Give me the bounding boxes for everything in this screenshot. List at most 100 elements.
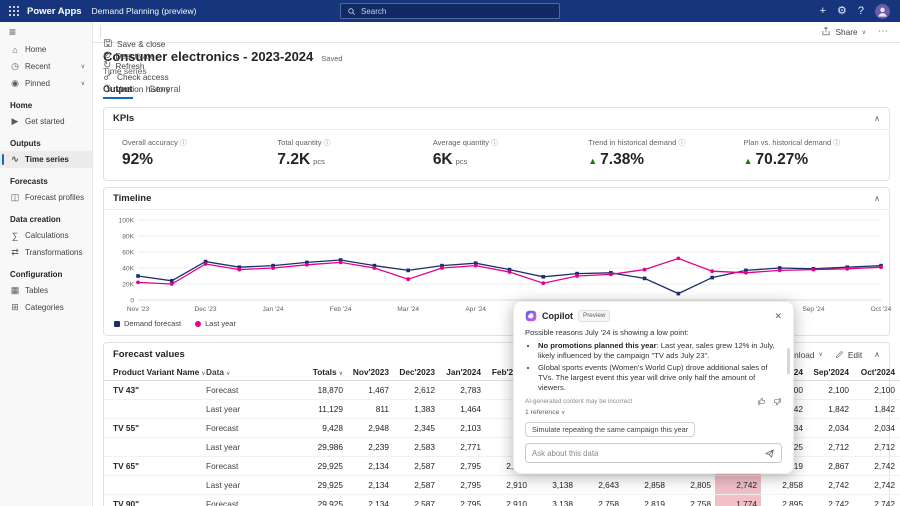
- search-input[interactable]: [361, 6, 553, 16]
- cell-value[interactable]: 2,910: [485, 499, 531, 506]
- cell-value[interactable]: 2,742: [853, 499, 899, 506]
- plus-icon[interactable]: +: [820, 5, 826, 17]
- cell-value[interactable]: 2,034: [853, 423, 899, 433]
- cell-value[interactable]: 2,134: [347, 480, 393, 490]
- cell-value[interactable]: 2,587: [393, 461, 439, 471]
- cell-value[interactable]: 2,134: [347, 461, 393, 471]
- global-search[interactable]: [340, 3, 560, 19]
- cell-totals[interactable]: 29,925: [301, 461, 347, 471]
- cell-value-highlighted[interactable]: 2,742: [715, 476, 761, 494]
- cell-value[interactable]: 2,795: [439, 461, 485, 471]
- cell-value[interactable]: 2,795: [439, 499, 485, 506]
- column-header-dec-2023[interactable]: Dec'2023: [393, 367, 439, 377]
- cell-totals[interactable]: 18,870: [301, 385, 347, 395]
- cell-value[interactable]: 2,819: [623, 499, 669, 506]
- avatar[interactable]: [875, 3, 890, 19]
- cell-totals[interactable]: 29,986: [301, 442, 347, 452]
- forecast-collapse-icon[interactable]: ∧: [874, 350, 880, 359]
- cell-value[interactable]: 2,587: [393, 480, 439, 490]
- cell-value[interactable]: 2,783: [439, 385, 485, 395]
- column-header-jan-2024[interactable]: Jan'2024: [439, 367, 485, 377]
- cell-value[interactable]: 2,583: [393, 442, 439, 452]
- copilot-input-box[interactable]: [525, 443, 782, 464]
- nav-item-categories[interactable]: ⊞ Categories: [0, 299, 92, 316]
- cell-product-name[interactable]: TV 65": [104, 461, 206, 471]
- cell-value[interactable]: 2,895: [761, 499, 807, 506]
- cell-data-type[interactable]: Forecast: [206, 461, 301, 471]
- cell-totals[interactable]: 11,129: [301, 404, 347, 414]
- cell-data-type[interactable]: Forecast: [206, 423, 301, 433]
- cell-product-name[interactable]: TV 90": [104, 499, 206, 506]
- nav-item-forecast-profiles[interactable]: ◫ Forecast profiles: [0, 189, 92, 206]
- cell-value[interactable]: 2,345: [393, 423, 439, 433]
- nav-item-home[interactable]: ⌂ Home: [0, 41, 92, 58]
- app-name[interactable]: Power Apps: [27, 6, 82, 17]
- cell-value[interactable]: 2,103: [439, 423, 485, 433]
- column-header-nov-2023[interactable]: Nov'2023: [347, 367, 393, 377]
- cell-value[interactable]: 2,134: [347, 499, 393, 506]
- cell-value[interactable]: 2,712: [853, 442, 899, 452]
- nav-item-tables[interactable]: ▦ Tables: [0, 282, 92, 299]
- cell-data-type[interactable]: Last year: [206, 404, 301, 414]
- cell-value[interactable]: 1,842: [853, 404, 899, 414]
- close-icon[interactable]: ✕: [774, 311, 782, 322]
- cell-value[interactable]: 2,910: [485, 480, 531, 490]
- cell-value[interactable]: 2,239: [347, 442, 393, 452]
- edit-button[interactable]: Edit: [835, 350, 862, 360]
- nav-item-recent[interactable]: ◷ Recent ∨: [0, 58, 92, 75]
- cell-value[interactable]: 2,858: [761, 480, 807, 490]
- column-header-product-variant-name[interactable]: Product Variant Name ∨: [104, 367, 206, 377]
- cell-value[interactable]: 1,383: [393, 404, 439, 414]
- hamburger-icon[interactable]: ≡: [0, 22, 92, 41]
- column-header-totals[interactable]: Totals ∨: [301, 367, 347, 377]
- column-header-data[interactable]: Data ∨: [206, 367, 301, 377]
- refresh-button[interactable]: ↻ Refresh: [97, 60, 176, 71]
- reference-link[interactable]: 1 reference ∨: [525, 409, 782, 416]
- thumbs-up-icon[interactable]: [757, 397, 766, 406]
- cell-data-type[interactable]: Last year: [206, 442, 301, 452]
- cell-value[interactable]: 2,771: [439, 442, 485, 452]
- cell-value[interactable]: 2,742: [853, 461, 899, 471]
- waffle-icon[interactable]: [9, 6, 19, 16]
- nav-item-pinned[interactable]: ◉ Pinned ∨: [0, 75, 92, 92]
- cell-value[interactable]: 2,100: [807, 385, 853, 395]
- save-close-button[interactable]: Save & close: [97, 38, 176, 51]
- timeline-collapse-icon[interactable]: ∧: [874, 194, 880, 203]
- cell-value[interactable]: 2,948: [347, 423, 393, 433]
- cell-value[interactable]: 2,758: [577, 499, 623, 506]
- send-icon[interactable]: [764, 448, 775, 459]
- cell-value[interactable]: 3,138: [531, 499, 577, 506]
- cell-value[interactable]: 2,742: [807, 499, 853, 506]
- cell-product-name[interactable]: TV 55": [104, 423, 206, 433]
- column-header-sep-2024[interactable]: Sep'2024: [807, 367, 853, 377]
- cell-value-highlighted[interactable]: 1,774: [715, 495, 761, 506]
- nav-item-calculations[interactable]: ∑ Calculations: [0, 227, 92, 244]
- cell-data-type[interactable]: Forecast: [206, 385, 301, 395]
- cell-totals[interactable]: 29,925: [301, 480, 347, 490]
- check-access-button[interactable]: Check access: [97, 71, 176, 84]
- cell-value[interactable]: 2,643: [577, 480, 623, 490]
- cell-value[interactable]: 2,742: [853, 480, 899, 490]
- nav-item-time-series[interactable]: ∿ Time series: [0, 151, 92, 168]
- cell-value[interactable]: 2,758: [669, 499, 715, 506]
- version-history-button[interactable]: ◷ Version history: [97, 83, 176, 94]
- cell-value[interactable]: 2,712: [807, 442, 853, 452]
- copilot-input[interactable]: [532, 448, 764, 458]
- share-button[interactable]: Share ∨: [815, 26, 872, 39]
- copilot-scrollbar[interactable]: [787, 348, 790, 374]
- cell-value[interactable]: 2,742: [807, 480, 853, 490]
- copilot-suggestion-chip[interactable]: Simulate repeating the same campaign thi…: [525, 422, 696, 438]
- gear-icon[interactable]: ⚙: [837, 5, 847, 17]
- kpis-collapse-icon[interactable]: ∧: [874, 114, 880, 123]
- nav-item-get-started[interactable]: ▶ Get started: [0, 113, 92, 130]
- cell-value[interactable]: 3,138: [531, 480, 577, 490]
- environment-name[interactable]: Demand Planning (preview): [92, 6, 197, 16]
- info-icon[interactable]: ⓘ: [678, 140, 685, 147]
- more-button[interactable]: ⋯: [872, 27, 894, 37]
- cell-product-name[interactable]: TV 43": [104, 385, 206, 395]
- help-icon[interactable]: ?: [858, 5, 864, 17]
- cell-totals[interactable]: 29,925: [301, 499, 347, 506]
- cell-value[interactable]: 2,100: [853, 385, 899, 395]
- cell-value[interactable]: 2,587: [393, 499, 439, 506]
- cell-value[interactable]: 1,467: [347, 385, 393, 395]
